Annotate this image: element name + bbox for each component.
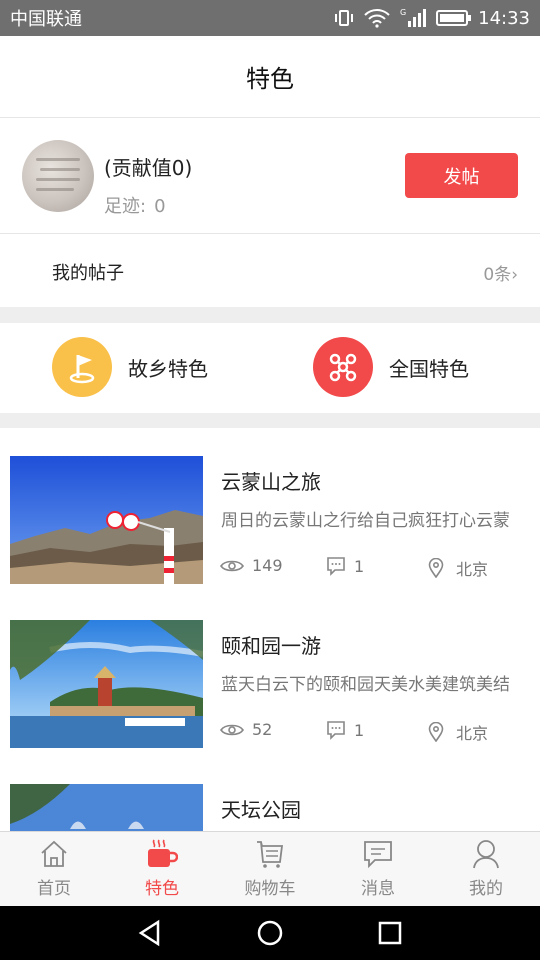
footprint-label: 足迹: — [104, 196, 147, 217]
avatar-detail — [40, 168, 80, 171]
signal-icon: G — [400, 8, 427, 27]
system-icons: G 14:33 — [334, 7, 530, 29]
back-icon[interactable] — [136, 919, 164, 947]
post-comments: 1 — [326, 720, 364, 740]
system-navigation-bar — [0, 906, 540, 960]
post-views: 149 — [220, 556, 283, 575]
avatar-detail — [36, 158, 80, 161]
post-location: 北京 — [428, 720, 488, 744]
network-icon — [313, 337, 373, 397]
post-thumbnail — [10, 620, 203, 748]
bottom-tab-bar: 首页 特色 购物车 消息 我的 — [0, 831, 540, 906]
post-item[interactable]: 颐和园一游 蓝天白云下的颐和园天美水美建筑美结 52 1 北京 — [0, 592, 540, 756]
clock: 14:33 — [478, 7, 530, 29]
svg-text:G: G — [400, 8, 406, 17]
my-posts-label: 我的帖子 — [52, 263, 124, 284]
eye-icon — [220, 724, 244, 735]
location-name: 北京 — [456, 724, 489, 743]
avatar-detail — [36, 188, 74, 191]
flag-icon — [52, 337, 112, 397]
tab-featured[interactable]: 特色 — [108, 832, 216, 907]
comments-count: 1 — [354, 720, 365, 740]
post-location: 北京 — [428, 556, 488, 580]
comment-icon — [327, 557, 345, 576]
footprint-value: 0 — [154, 196, 166, 217]
post-list: 云蒙山之旅 周日的云蒙山之行给自己疯狂打心云蒙 149 1 北京 颐和园一游 蓝… — [0, 428, 540, 831]
post-title: 天坛公园 — [221, 798, 301, 822]
category-label: 故乡特色 — [128, 356, 208, 381]
comment-icon — [327, 721, 345, 740]
post-thumbnail — [10, 456, 203, 584]
contribution-score: (贡献值0) — [104, 156, 193, 180]
user-icon — [472, 838, 500, 870]
tab-label: 购物车 — [244, 879, 296, 899]
location-pin-icon — [428, 722, 444, 742]
category-row: 故乡特色 全国特色 — [0, 323, 540, 413]
my-posts-count: 0条› — [483, 265, 518, 285]
post-title: 云蒙山之旅 — [221, 470, 321, 494]
post-comments: 1 — [326, 556, 364, 576]
views-count: 52 — [252, 720, 273, 739]
home-circle-icon[interactable] — [256, 919, 284, 947]
message-icon — [363, 838, 393, 870]
tab-messages[interactable]: 消息 — [324, 832, 432, 907]
page-title: 特色 — [246, 65, 294, 93]
category-national[interactable]: 全国特色 — [313, 337, 469, 397]
tab-label: 消息 — [361, 879, 395, 899]
tab-profile[interactable]: 我的 — [432, 832, 540, 907]
profile-card: (贡献值0) 足迹: 0 发帖 — [0, 118, 540, 234]
status-bar: 中国联通 G 14:33 — [0, 0, 540, 36]
recent-apps-icon[interactable] — [376, 919, 404, 947]
location-name: 北京 — [456, 560, 489, 579]
post-item[interactable]: 云蒙山之旅 周日的云蒙山之行给自己疯狂打心云蒙 149 1 北京 — [0, 428, 540, 592]
post-views: 52 — [220, 720, 272, 739]
post-title: 颐和园一游 — [221, 634, 321, 658]
wifi-icon — [364, 9, 390, 28]
carrier-name: 中国联通 — [10, 9, 82, 30]
my-posts-row[interactable]: 我的帖子 0条› — [0, 235, 540, 307]
new-post-button[interactable]: 发帖 — [405, 153, 518, 198]
post-item[interactable]: 天坛公园 — [0, 756, 540, 831]
battery-icon — [436, 10, 472, 26]
tab-label: 首页 — [37, 879, 71, 899]
divider — [0, 413, 540, 428]
vibrate-icon — [335, 10, 354, 26]
tab-label: 特色 — [145, 879, 179, 899]
post-description: 蓝天白云下的颐和园天美水美建筑美结 — [221, 675, 510, 695]
avatar[interactable] — [22, 140, 94, 212]
footprint: 足迹: 0 — [104, 192, 166, 218]
post-thumbnail — [10, 784, 203, 831]
avatar-detail — [36, 178, 80, 181]
cart-icon — [255, 838, 285, 870]
views-count: 149 — [252, 556, 283, 575]
eye-icon — [220, 560, 244, 571]
divider — [0, 307, 540, 323]
category-label: 全国特色 — [389, 356, 469, 381]
category-hometown[interactable]: 故乡特色 — [52, 337, 208, 397]
tab-label: 我的 — [469, 879, 503, 899]
tab-cart[interactable]: 购物车 — [216, 832, 324, 907]
post-description: 周日的云蒙山之行给自己疯狂打心云蒙 — [221, 511, 510, 531]
comments-count: 1 — [354, 556, 365, 576]
home-icon — [39, 838, 69, 870]
page-header: 特色 — [0, 36, 540, 118]
location-pin-icon — [428, 558, 444, 578]
coffee-cup-icon — [146, 838, 178, 870]
tab-home[interactable]: 首页 — [0, 832, 108, 907]
